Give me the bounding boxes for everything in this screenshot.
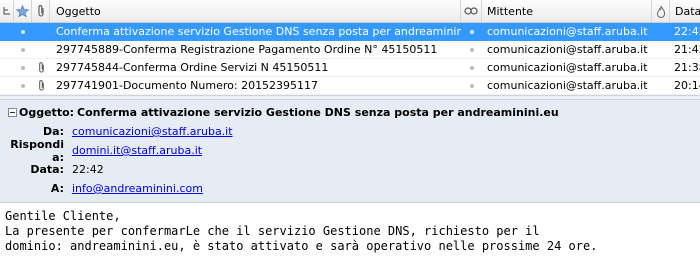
to-header-line: A: info@andreaminini.com <box>0 179 700 198</box>
read-dot-icon <box>469 29 474 34</box>
read-dot-icon <box>469 83 474 88</box>
message-row[interactable]: 297745889-Conferma Registrazione Pagamen… <box>0 41 700 59</box>
collapse-headers-button[interactable] <box>5 106 19 120</box>
message-subject: 297741901-Documento Numero: 20152395117 <box>56 79 319 92</box>
message-row[interactable]: 297741901-Documento Numero: 20152395117 … <box>0 77 700 95</box>
from-header-line: Da: comunicazioni@staff.aruba.it <box>0 122 700 141</box>
date-column-label: Data <box>675 4 700 18</box>
star-toggle[interactable] <box>14 41 32 58</box>
thread-icon <box>2 7 10 15</box>
to-label: A: <box>50 182 64 195</box>
thread-column-header[interactable] <box>0 0 14 22</box>
message-subject: 297745844-Conferma Ordine Servizi N 4515… <box>56 61 329 74</box>
unstarred-dot-icon <box>21 29 25 34</box>
read-dot-icon <box>469 65 474 70</box>
reply-to-label: Rispondi a: <box>10 137 64 164</box>
read-column-header[interactable] <box>461 0 482 22</box>
date-label: Data: <box>30 163 64 176</box>
message-headers-pane: Oggetto: Conferma attivazione servizio G… <box>0 100 700 202</box>
read-toggle[interactable] <box>461 59 482 76</box>
message-from: comunicazioni@staff.aruba.it <box>487 79 648 92</box>
message-list: Conferma attivazione servizio Gestione D… <box>0 23 700 95</box>
message-subject: 297745889-Conferma Registrazione Pagamen… <box>56 43 438 56</box>
reply-to-header-line: Rispondi a: domini.it@staff.aruba.it <box>0 138 700 164</box>
message-from: comunicazioni@staff.aruba.it <box>487 25 648 38</box>
message-date: 21:42 <box>674 43 700 56</box>
read-status-icon <box>464 7 478 15</box>
date-column-header[interactable]: Data <box>670 0 700 22</box>
from-address-link[interactable]: comunicazioni@staff.aruba.it <box>72 125 233 138</box>
message-row[interactable]: 297745844-Conferma Ordine Servizi N 4515… <box>0 59 700 77</box>
read-toggle[interactable] <box>461 41 482 58</box>
junk-column-header[interactable] <box>652 0 670 22</box>
from-label: Da: <box>43 125 64 138</box>
from-column-label: Mittente <box>487 4 533 18</box>
flame-icon <box>656 5 665 18</box>
unstarred-dot-icon <box>21 47 25 52</box>
message-list-header: Oggetto Mittente Data <box>0 0 700 23</box>
read-toggle[interactable] <box>461 23 482 40</box>
message-date: 22:42 <box>674 25 700 38</box>
star-toggle[interactable] <box>14 23 32 40</box>
unstarred-dot-icon <box>21 83 25 88</box>
message-date: 20:14 <box>674 79 700 92</box>
collapse-icon <box>7 108 17 117</box>
subject-column-label: Oggetto <box>56 4 101 18</box>
read-dot-icon <box>469 47 474 52</box>
message-date: 21:38 <box>674 61 700 74</box>
message-subject: Conferma attivazione servizio Gestione D… <box>56 25 461 38</box>
attachment-column-header[interactable] <box>32 0 50 22</box>
date-header-line: Data: 22:42 <box>0 160 700 179</box>
subject-header-line: Oggetto: Conferma attivazione servizio G… <box>0 103 700 122</box>
reply-to-address-link[interactable]: domini.it@staff.aruba.it <box>72 144 202 157</box>
star-column-header[interactable] <box>14 0 32 22</box>
message-from: comunicazioni@staff.aruba.it <box>487 43 648 56</box>
date-value: 22:42 <box>72 163 104 176</box>
star-toggle[interactable] <box>14 59 32 76</box>
unstarred-dot-icon <box>21 65 25 70</box>
star-icon <box>16 4 29 17</box>
message-body: Gentile Cliente, La presente per conferm… <box>0 202 700 254</box>
paperclip-icon <box>37 5 44 17</box>
subject-column-header[interactable]: Oggetto <box>50 0 461 22</box>
message-row[interactable]: Conferma attivazione servizio Gestione D… <box>0 23 700 41</box>
star-toggle[interactable] <box>14 77 32 94</box>
message-from: comunicazioni@staff.aruba.it <box>487 61 648 74</box>
subject-label: Oggetto: <box>19 106 75 119</box>
read-toggle[interactable] <box>461 77 482 94</box>
to-address-link[interactable]: info@andreaminini.com <box>72 182 203 195</box>
from-column-header[interactable]: Mittente <box>482 0 652 22</box>
subject-value: Conferma attivazione servizio Gestione D… <box>77 106 559 119</box>
paperclip-icon <box>38 80 44 91</box>
paperclip-icon <box>38 62 44 73</box>
